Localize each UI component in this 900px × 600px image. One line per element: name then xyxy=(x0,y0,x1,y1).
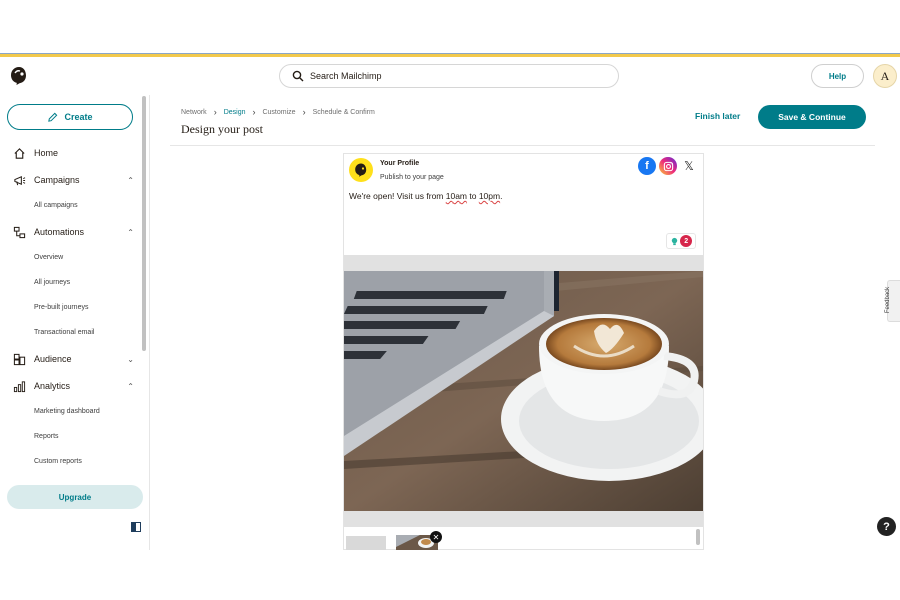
search-input[interactable]: Search Mailchimp xyxy=(279,64,619,88)
post-text-time-start: 10am xyxy=(445,191,468,201)
sidebar-item-label: Automations xyxy=(34,227,85,237)
post-body-text[interactable]: We're open! Visit us from 10am to 10pm. xyxy=(349,191,502,201)
breadcrumb: Network › Design › Customize › Schedule … xyxy=(181,107,375,117)
facebook-icon[interactable]: f xyxy=(638,157,656,175)
sidebar-item-analytics[interactable]: Analytics ⌃ xyxy=(13,378,138,394)
x-icon[interactable]: 𝕏 xyxy=(680,157,698,175)
chevron-up-icon: ⌃ xyxy=(127,227,134,237)
sidebar-item-all-campaigns[interactable]: All campaigns xyxy=(34,202,78,209)
image-frame-top xyxy=(344,255,703,271)
post-text-time-end: 10pm xyxy=(478,191,501,201)
post-image-coffee-laptop[interactable] xyxy=(344,271,703,511)
sidebar-item-label: Campaigns xyxy=(34,175,80,185)
page-title: Design your post xyxy=(181,122,263,136)
post-text-part: to xyxy=(467,191,479,201)
chevron-up-icon: ⌃ xyxy=(127,175,134,185)
sidebar-item-pre-built-journeys[interactable]: Pre-built journeys xyxy=(34,304,88,311)
sidebar-item-campaigns[interactable]: Campaigns ⌃ xyxy=(13,172,138,188)
profile-avatar xyxy=(349,158,373,182)
home-icon xyxy=(14,147,25,159)
sidebar-item-label: Audience xyxy=(34,354,72,364)
chevron-up-icon: ⌃ xyxy=(127,381,134,391)
megaphone-icon xyxy=(14,175,26,185)
upgrade-button[interactable]: Upgrade xyxy=(7,485,143,509)
search-placeholder: Search Mailchimp xyxy=(310,71,382,81)
composer-scrollbar[interactable] xyxy=(696,529,700,545)
collapse-sidebar-icon[interactable] xyxy=(131,522,141,532)
mailchimp-logo-icon xyxy=(355,163,367,177)
breadcrumb-customize[interactable]: Customize xyxy=(262,109,295,116)
pencil-icon xyxy=(48,112,58,122)
remove-media-close-icon[interactable]: ✕ xyxy=(430,531,442,543)
sidebar: Create Home Campaigns ⌃ All campaigns Au… xyxy=(0,95,150,550)
sidebar-item-label: Home xyxy=(34,148,59,158)
finish-later-link[interactable]: Finish later xyxy=(695,111,740,121)
lightbulb-icon xyxy=(671,237,677,245)
create-button[interactable]: Create xyxy=(7,104,133,130)
audience-icon xyxy=(13,353,26,365)
breadcrumb-schedule-confirm[interactable]: Schedule & Confirm xyxy=(313,109,375,116)
sidebar-item-overview[interactable]: Overview xyxy=(34,254,63,261)
top-bar: Search Mailchimp Help A xyxy=(0,57,900,95)
feedback-tab[interactable]: Feedback xyxy=(885,280,900,322)
breadcrumb-design[interactable]: Design xyxy=(224,109,246,116)
instagram-icon[interactable] xyxy=(659,157,677,175)
sidebar-item-label: Analytics xyxy=(34,381,71,391)
feedback-label: Feedback xyxy=(885,286,892,314)
save-continue-button[interactable]: Save & Continue xyxy=(758,105,866,129)
sidebar-item-automations[interactable]: Automations ⌃ xyxy=(13,224,138,240)
sidebar-item-all-journeys[interactable]: All journeys xyxy=(34,279,70,286)
post-text-part: . xyxy=(500,191,503,201)
profile-name: Your Profile xyxy=(380,160,420,167)
sidebar-item-home[interactable]: Home xyxy=(13,145,138,161)
sidebar-item-transactional-email[interactable]: Transactional email xyxy=(34,329,94,336)
add-media-thumbnail[interactable] xyxy=(346,536,386,550)
automations-icon xyxy=(13,226,26,238)
image-frame-bottom xyxy=(344,511,703,527)
sidebar-scrollbar[interactable] xyxy=(142,96,146,351)
sidebar-item-marketing-dashboard[interactable]: Marketing dashboard xyxy=(34,408,100,415)
mailchimp-logo-icon[interactable] xyxy=(8,65,30,87)
create-label: Create xyxy=(64,112,93,122)
sidebar-item-custom-reports[interactable]: Custom reports xyxy=(34,458,82,465)
help-fab-button[interactable]: ? xyxy=(877,517,896,536)
chevron-right-icon: › xyxy=(302,107,306,117)
sidebar-item-audience[interactable]: Audience ⌄ xyxy=(13,351,138,367)
issue-count-badge: 2 xyxy=(680,235,693,247)
breadcrumb-network[interactable]: Network xyxy=(181,109,207,116)
analytics-icon xyxy=(13,380,26,392)
chevron-right-icon: › xyxy=(252,107,256,117)
help-button[interactable]: Help xyxy=(811,64,864,88)
chevron-right-icon: › xyxy=(213,107,217,117)
header-divider xyxy=(170,145,875,146)
chevron-down-icon: ⌄ xyxy=(127,354,134,364)
profile-subtitle: Publish to your page xyxy=(380,174,444,181)
post-text-part: We're open! Visit us from xyxy=(349,191,446,201)
issues-indicator[interactable]: 2 xyxy=(666,233,696,249)
search-icon xyxy=(292,70,304,82)
post-preview: Your Profile Publish to your page f 𝕏 We… xyxy=(343,153,704,550)
avatar[interactable]: A xyxy=(873,64,897,88)
sidebar-item-reports[interactable]: Reports xyxy=(34,433,59,440)
